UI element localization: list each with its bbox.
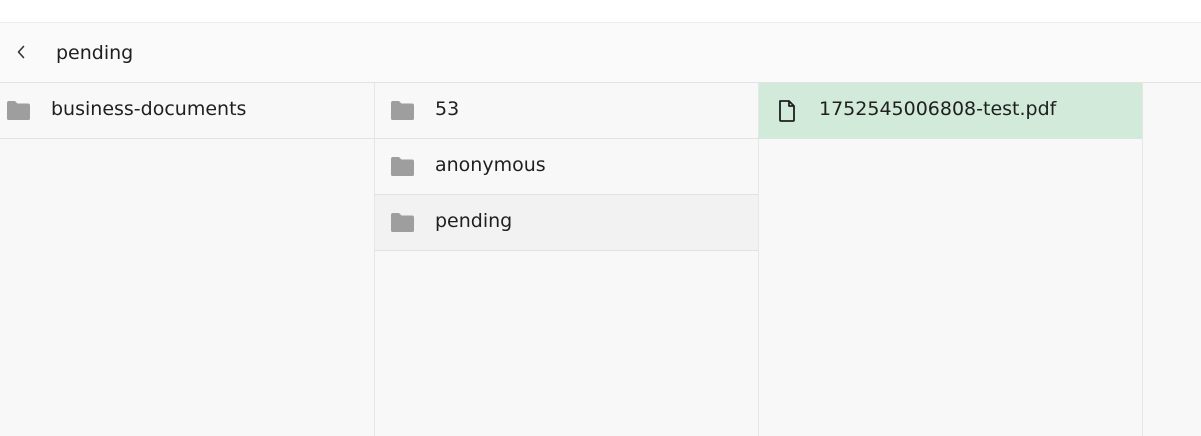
header-bar: pending	[0, 23, 1201, 83]
folder-icon	[391, 157, 414, 176]
folder-label: business-documents	[51, 98, 247, 120]
column-browser: business-documents 53 anonymous pending	[0, 83, 1201, 436]
top-strip	[0, 0, 1201, 23]
folder-label: anonymous	[435, 154, 546, 176]
folder-row-business-documents[interactable]: business-documents	[0, 83, 374, 139]
folder-icon	[7, 101, 30, 120]
folder-label: pending	[435, 210, 513, 232]
column-2: 53 anonymous pending	[375, 83, 759, 436]
file-row-test-pdf[interactable]: 1752545006808-test.pdf	[759, 83, 1142, 139]
folder-row-pending[interactable]: pending	[375, 195, 758, 251]
file-label: 1752545006808-test.pdf	[819, 98, 1057, 120]
chevron-left-icon	[17, 45, 25, 59]
folder-label: 53	[435, 98, 460, 120]
column-1: business-documents	[0, 83, 375, 436]
file-icon	[779, 100, 795, 122]
page-title: pending	[56, 42, 134, 64]
folder-row-anonymous[interactable]: anonymous	[375, 139, 758, 195]
folder-row-53[interactable]: 53	[375, 83, 758, 139]
folder-icon	[391, 213, 414, 232]
back-button[interactable]	[8, 37, 34, 67]
column-3: 1752545006808-test.pdf	[759, 83, 1143, 436]
folder-icon	[391, 101, 414, 120]
